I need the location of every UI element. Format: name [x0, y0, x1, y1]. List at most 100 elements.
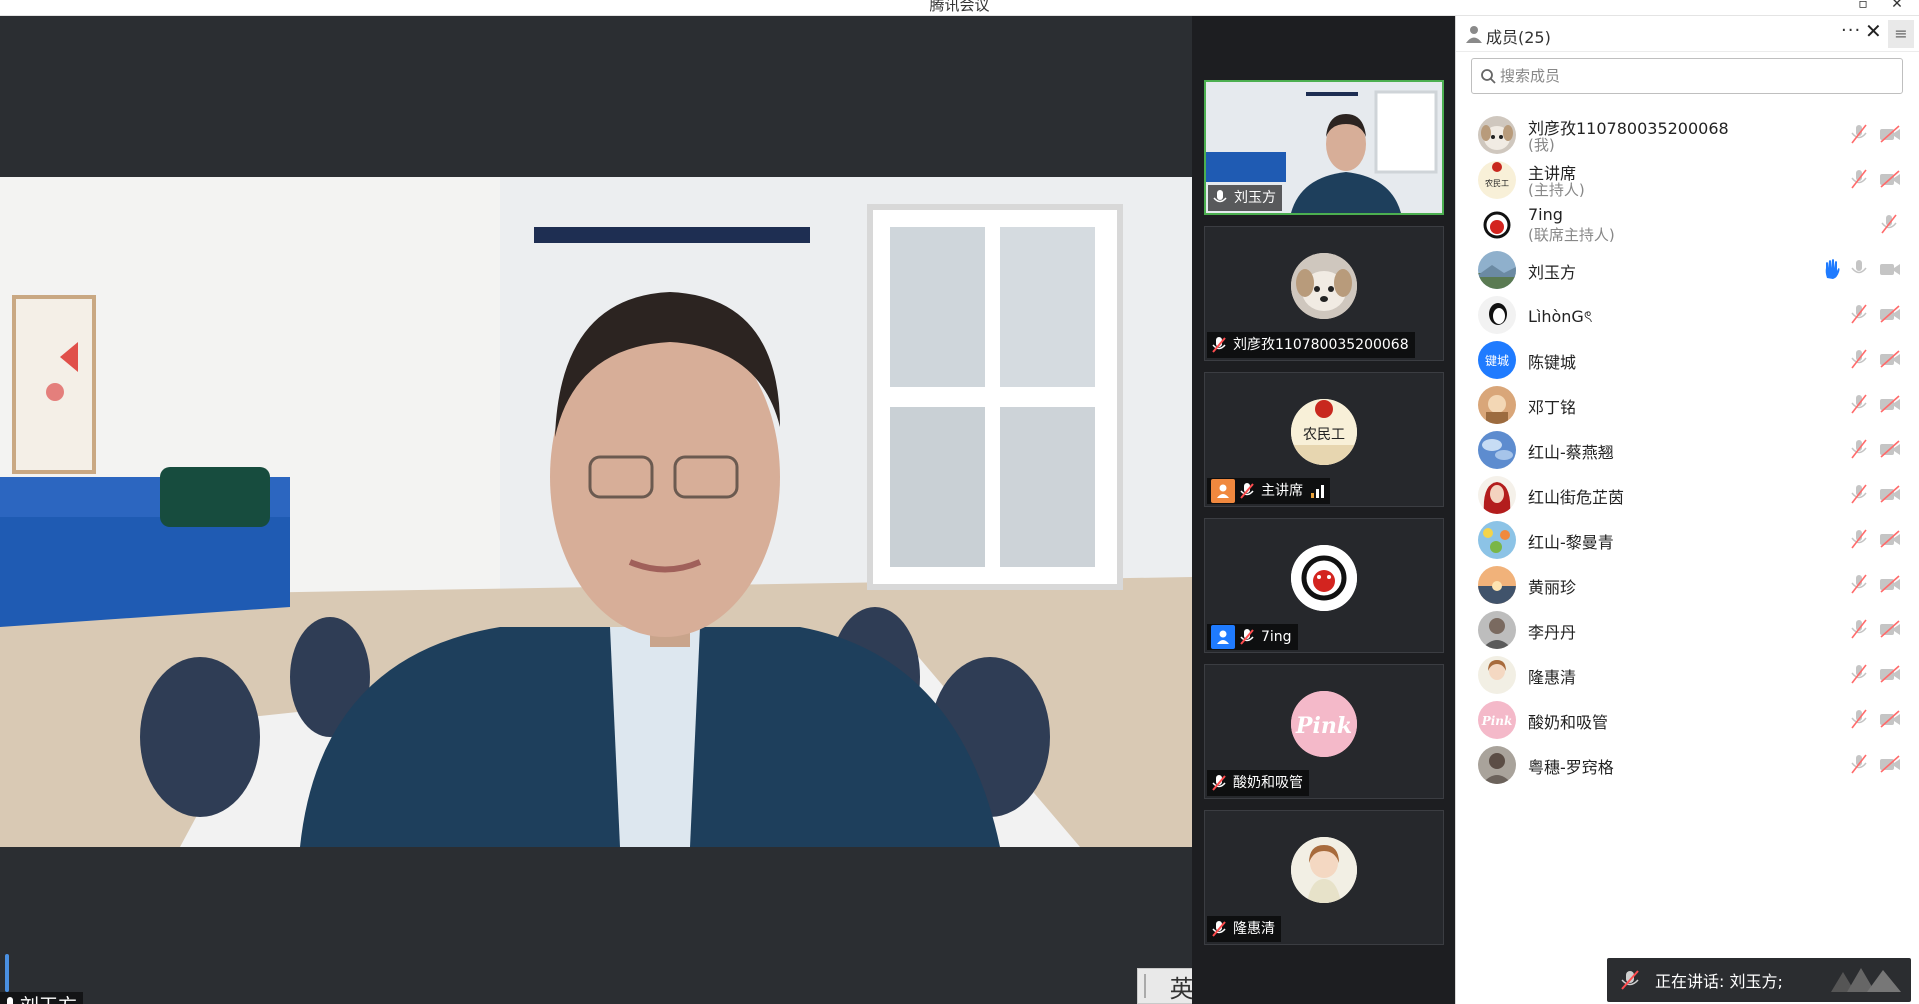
window-title: 腾讯会议: [929, 0, 990, 14]
participant-avatar: [1291, 253, 1357, 319]
microphone-icon: [1213, 190, 1227, 203]
camera-off-icon[interactable]: [1879, 618, 1900, 640]
co-host-badge-icon: [1211, 625, 1235, 649]
host-badge-icon: [1211, 479, 1235, 503]
member-avatar: Pink: [1478, 701, 1516, 739]
participant-avatar: [1291, 837, 1357, 903]
microphone-muted-icon[interactable]: [1849, 348, 1869, 370]
volume-level-bar: [5, 954, 9, 992]
maximize-icon[interactable]: ▫: [1852, 0, 1874, 14]
thumbnail-name: 7ing: [1261, 629, 1292, 645]
member-avatar: [1478, 431, 1516, 469]
thumbnail-name-tag: 7ing: [1207, 624, 1298, 650]
member-list: 刘彦孜110780035200068 (我) 农民工 主讲席 (主持人) 7ing (联席主…: [1456, 106, 1919, 950]
thumbnail-name-tag: 隆惠清: [1207, 916, 1281, 942]
thumbnail-name: 酸奶和吸管: [1233, 775, 1303, 791]
camera-off-icon[interactable]: [1879, 708, 1900, 730]
thumbnail-avatar-tile[interactable]: Pink 酸奶和吸管: [1204, 664, 1444, 799]
ime-drag-handle[interactable]: [1144, 974, 1148, 998]
camera-off-icon[interactable]: [1879, 483, 1900, 505]
meeting-window: 腾讯会议 ▫ ✕ 英 刘玉方 刘彦孜110780035200068 农民工 主讲…: [0, 0, 1919, 1004]
camera-off-icon[interactable]: [1879, 438, 1900, 460]
main-video-area[interactable]: 刘玉方: [0, 16, 1192, 1004]
thumbnail-name-tag: 酸奶和吸管: [1207, 770, 1309, 796]
microphone-muted-icon[interactable]: [1849, 708, 1869, 730]
member-panel-header: 成员(25) ··· ✕ ≡: [1456, 16, 1919, 52]
member-name: 黄丽珍: [1528, 578, 1577, 597]
member-name: 粤穗-罗窍格: [1528, 758, 1614, 777]
member-name: 隆惠清: [1528, 668, 1577, 687]
member-name: 刘彦孜110780035200068: [1528, 119, 1729, 138]
search-icon: [1481, 69, 1496, 84]
microphone-muted-icon[interactable]: [1849, 483, 1869, 505]
avatar-text: 键城: [1485, 354, 1509, 368]
microphone-muted-icon[interactable]: [1849, 123, 1869, 145]
close-panel-icon[interactable]: ✕: [1865, 19, 1882, 43]
member-avatar: 键城: [1478, 341, 1516, 379]
microphone-muted-icon: [1240, 629, 1254, 645]
member-search-input[interactable]: [1500, 67, 1880, 85]
member-avatar: [1478, 746, 1516, 784]
thumbnail-avatar-tile[interactable]: 农民工 主讲席: [1204, 372, 1444, 507]
microphone-muted-icon: [1212, 337, 1226, 353]
thumbnail-video-tile[interactable]: 刘玉方: [1204, 80, 1444, 215]
camera-off-icon[interactable]: [1879, 303, 1900, 325]
thumbnail-name: 刘玉方: [1234, 190, 1276, 206]
cartoon-avatar-image: [1291, 545, 1357, 611]
camera-icon[interactable]: [1879, 258, 1900, 280]
microphone-muted-icon[interactable]: [1849, 663, 1869, 685]
speaker-video-feed: [0, 177, 1192, 847]
microphone-muted-icon[interactable]: [1849, 393, 1869, 415]
microphone-muted-icon: [1212, 921, 1226, 937]
member-avatar: [1478, 476, 1516, 514]
thumbnail-name: 刘彦孜110780035200068: [1233, 337, 1409, 353]
thumbnail-name-tag: 刘彦孜110780035200068: [1207, 332, 1415, 358]
microphone-muted-icon[interactable]: [1849, 618, 1869, 640]
member-name: 酸奶和吸管: [1528, 713, 1609, 732]
camera-off-icon[interactable]: [1879, 573, 1900, 595]
member-avatar: [1478, 521, 1516, 559]
microphone-muted-icon[interactable]: [1849, 303, 1869, 325]
member-search-box[interactable]: [1471, 58, 1903, 94]
thumbnail-name-tag: 主讲席: [1207, 478, 1330, 504]
microphone-muted-icon[interactable]: [1849, 573, 1869, 595]
microphone-muted-icon[interactable]: [1879, 213, 1899, 235]
more-options-icon[interactable]: ···: [1841, 20, 1861, 41]
member-name: 李丹丹: [1528, 623, 1577, 642]
camera-off-icon[interactable]: [1879, 663, 1900, 685]
thumbnail-avatar-tile[interactable]: 隆惠清: [1204, 810, 1444, 945]
camera-off-icon[interactable]: [1879, 168, 1900, 190]
microphone-muted-icon[interactable]: [1849, 168, 1869, 190]
camera-off-icon[interactable]: [1879, 393, 1900, 415]
audio-waves-icon: [1831, 968, 1901, 992]
illustrated-girl-avatar-image: [1291, 837, 1357, 903]
member-avatar: [1478, 116, 1516, 154]
speaker-name-tag: 刘玉方: [0, 992, 84, 1004]
member-name: 邓丁铭: [1528, 398, 1577, 417]
microphone-muted-icon[interactable]: [1849, 528, 1869, 550]
camera-off-icon[interactable]: [1879, 528, 1900, 550]
member-avatar: [1478, 656, 1516, 694]
microphone-icon[interactable]: [1849, 258, 1869, 280]
avatar-text: Pink: [1481, 714, 1513, 728]
camera-off-icon[interactable]: [1879, 123, 1900, 145]
member-name: LìhònGৎ: [1528, 307, 1593, 326]
thumbnail-avatar-tile[interactable]: 刘彦孜110780035200068: [1204, 226, 1444, 361]
member-row[interactable]: 粤穗-罗窍格: [1456, 736, 1919, 791]
thumbnail-avatar-tile[interactable]: 7ing: [1204, 518, 1444, 653]
dog-avatar-image: [1291, 253, 1357, 319]
member-avatar: 农民工: [1478, 161, 1516, 199]
camera-off-icon[interactable]: [1879, 753, 1900, 775]
raised-hand-icon[interactable]: [1822, 258, 1842, 280]
microphone-muted-icon[interactable]: [1849, 438, 1869, 460]
panel-menu-icon[interactable]: ≡: [1888, 20, 1914, 48]
member-avatar: [1478, 251, 1516, 289]
participant-avatar: [1291, 545, 1357, 611]
member-name: 7ing: [1528, 205, 1563, 224]
microphone-muted-icon[interactable]: [1849, 753, 1869, 775]
member-name: 刘玉方: [1528, 263, 1577, 282]
avatar-text: 农民工: [1303, 427, 1345, 443]
camera-off-icon[interactable]: [1879, 348, 1900, 370]
close-window-icon[interactable]: ✕: [1886, 0, 1908, 14]
participant-avatar: Pink: [1291, 691, 1357, 757]
